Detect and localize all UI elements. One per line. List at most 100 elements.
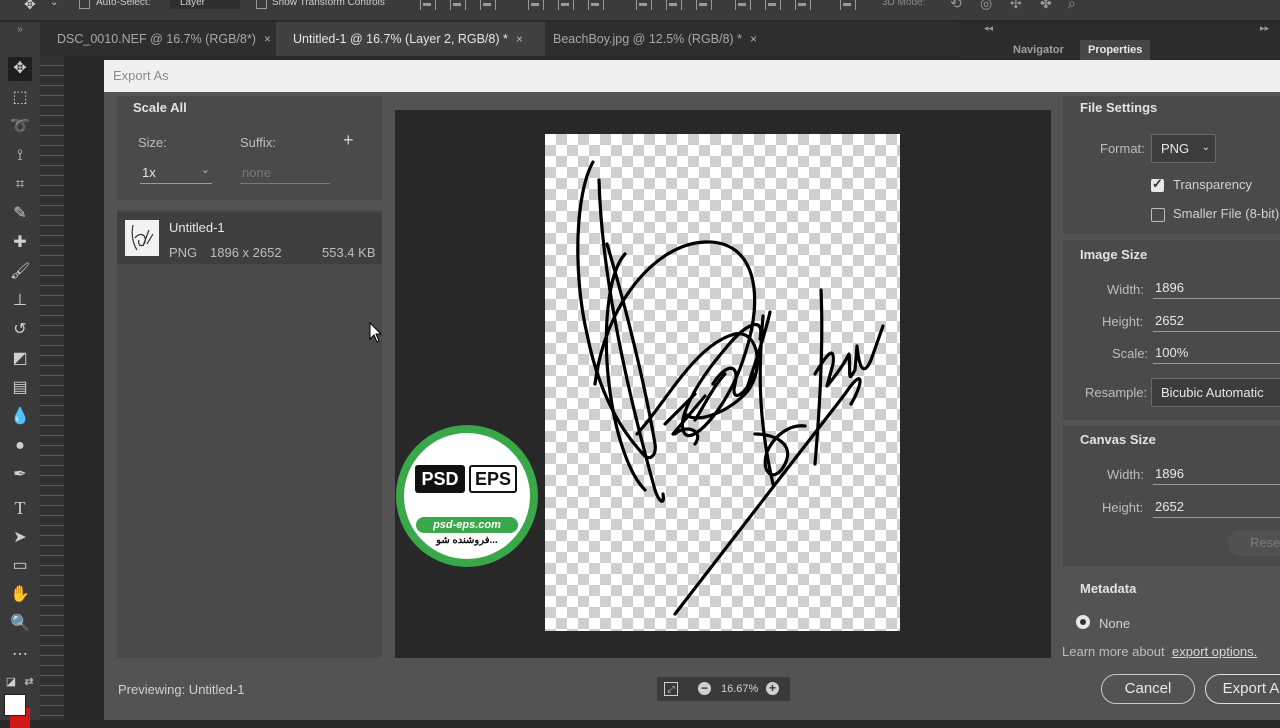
rectangle-tool-icon[interactable]: ▭	[8, 554, 32, 578]
tab-dsc-0010[interactable]: DSC_0010.NEF @ 16.7% (RGB/8*) ×	[40, 22, 285, 56]
auto-align-icon[interactable]	[840, 0, 856, 10]
blur-tool-icon[interactable]: 💧	[8, 405, 32, 429]
reset-label: Rese	[1250, 535, 1280, 550]
add-scale-button[interactable]: +	[343, 130, 354, 151]
eraser-tool-icon[interactable]: ◩	[8, 347, 32, 371]
3d-slide-icon[interactable]: ✤	[1040, 0, 1052, 12]
brush-tool-icon[interactable]: 🖌	[8, 260, 32, 284]
scale-label: Scale:	[1112, 346, 1149, 361]
gradient-tool-icon[interactable]: ▤	[8, 376, 32, 400]
suffix-input[interactable]: none	[240, 165, 330, 184]
zoom-out-icon[interactable]: −	[698, 682, 711, 695]
format-select[interactable]: PNG ⌄	[1151, 134, 1216, 163]
align-horizontal-center-icon[interactable]	[558, 0, 574, 10]
align-left-icon[interactable]	[528, 0, 544, 10]
distribute-center-icon[interactable]	[666, 0, 682, 10]
clone-stamp-tool-icon[interactable]: ⊥	[8, 289, 32, 313]
asset-format: PNG	[169, 245, 198, 260]
edit-toolbar-icon[interactable]: ⋯	[8, 643, 32, 667]
zoom-in-icon[interactable]: +	[766, 682, 779, 695]
tools-panel: » ✥ ⬚ ➰ ⟟ ⌗ ✎ ✚ 🖌 ⊥ ↺ ◩ ▤ 💧 ● ✒ T ➤ ▭ ✋ …	[0, 22, 41, 728]
pen-tool-icon[interactable]: ✒	[8, 463, 32, 487]
swap-colors-icon[interactable]: ⇄	[22, 670, 36, 694]
transparency-checkbox[interactable]	[1151, 176, 1164, 192]
3d-rotate-icon[interactable]: ⟲	[950, 0, 962, 12]
align-bottom-icon[interactable]	[480, 0, 496, 10]
close-icon[interactable]: ×	[516, 32, 523, 46]
lasso-tool-icon[interactable]: ➰	[8, 115, 32, 139]
move-tool-icon[interactable]: ✥	[8, 57, 32, 81]
distribute-bottom-icon[interactable]	[696, 0, 712, 10]
tool-preset-chevron-icon[interactable]: ⌄	[50, 0, 58, 8]
distribute-left-icon[interactable]	[735, 0, 751, 10]
export-options-link[interactable]: export options.	[1172, 644, 1257, 659]
options-bar: ✥ ⌄ Auto-Select: Layer Show Transform Co…	[0, 0, 1280, 21]
3d-roll-icon[interactable]: ◎	[980, 0, 992, 12]
align-vertical-center-icon[interactable]	[450, 0, 466, 10]
canvas-width-input[interactable]: 1896	[1153, 466, 1280, 485]
canvas-height-input[interactable]: 2652	[1153, 499, 1280, 518]
3d-scale-icon[interactable]: ⌕	[1068, 0, 1076, 12]
preview-canvas[interactable]	[545, 134, 900, 631]
size-label: Size:	[138, 135, 167, 150]
scale-input[interactable]: 100%	[1153, 345, 1280, 364]
reset-button[interactable]: Rese	[1228, 530, 1280, 556]
layer-select[interactable]: Layer	[170, 0, 240, 9]
tab-properties[interactable]: Properties	[1080, 40, 1151, 60]
transform-controls-checkbox[interactable]	[256, 0, 267, 9]
auto-select-checkbox[interactable]	[79, 0, 90, 9]
distribute-hcenter-icon[interactable]	[765, 0, 781, 10]
align-right-icon[interactable]	[588, 0, 604, 10]
move-tool-icon[interactable]: ✥	[24, 0, 36, 13]
cancel-button[interactable]: Cancel	[1101, 674, 1195, 704]
path-selection-tool-icon[interactable]: ➤	[8, 526, 32, 550]
distribute-top-icon[interactable]	[636, 0, 652, 10]
healing-brush-tool-icon[interactable]: ✚	[8, 231, 32, 255]
align-top-icon[interactable]	[420, 0, 436, 10]
panel-collapse-icon[interactable]: ◂◂	[984, 23, 993, 34]
image-height-input[interactable]: 2652	[1153, 313, 1280, 332]
tab-untitled-1[interactable]: Untitled-1 @ 16.7% (Layer 2, RGB/8) * ×	[276, 22, 545, 56]
signature-thumbnail-icon	[131, 224, 154, 251]
tab-label: BeachBoy.jpg @ 12.5% (RGB/8) *	[553, 32, 742, 46]
3d-drag-icon[interactable]: ✣	[1010, 0, 1022, 12]
close-icon[interactable]: ×	[750, 32, 757, 46]
close-icon[interactable]: ×	[264, 32, 271, 46]
dialog-title: Export As	[113, 68, 169, 83]
tab-beachboy[interactable]: BeachBoy.jpg @ 12.5% (RGB/8) * ×	[536, 22, 793, 56]
collapse-toolbar-icon[interactable]: »	[8, 24, 32, 36]
transparency-label: Transparency	[1173, 177, 1252, 192]
metadata-none-radio[interactable]	[1076, 615, 1090, 629]
image-size-heading: Image Size	[1080, 247, 1148, 262]
distribute-right-icon[interactable]	[795, 0, 811, 10]
panel-expand-icon[interactable]: ▸▸	[1260, 23, 1269, 34]
crop-tool-icon[interactable]: ⌗	[8, 173, 32, 197]
tab-navigator[interactable]: Navigator	[1005, 40, 1072, 60]
previewing-label: Previewing: Untitled-1	[118, 682, 245, 697]
quick-selection-tool-icon[interactable]: ⟟	[8, 144, 32, 168]
history-brush-tool-icon[interactable]: ↺	[8, 318, 32, 342]
export-button[interactable]: Export A	[1205, 674, 1280, 704]
zoom-tool-icon[interactable]: 🔍	[8, 612, 32, 636]
type-tool-icon[interactable]: T	[8, 496, 32, 520]
watermark-psd: PSD	[415, 465, 465, 493]
vertical-ruler	[40, 56, 65, 720]
resample-select[interactable]: Bicubic Automatic	[1151, 378, 1280, 407]
image-width-input[interactable]: 1896	[1153, 280, 1280, 299]
default-colors-icon[interactable]: ◪	[4, 670, 18, 694]
metadata-heading: Metadata	[1080, 581, 1137, 596]
asset-thumbnail	[125, 220, 159, 256]
fit-to-view-icon[interactable]: ⤢	[664, 682, 678, 696]
dodge-tool-icon[interactable]: ●	[8, 434, 32, 458]
foreground-color-swatch[interactable]	[4, 694, 26, 716]
tab-label: Untitled-1 @ 16.7% (Layer 2, RGB/8) *	[293, 32, 508, 46]
smaller-file-checkbox[interactable]	[1151, 208, 1165, 222]
eyedropper-tool-icon[interactable]: ✎	[8, 202, 32, 226]
hand-tool-icon[interactable]: ✋	[8, 583, 32, 607]
asset-file-size: 553.4 KB	[322, 245, 376, 260]
resample-label: Resample:	[1085, 385, 1148, 400]
asset-row-untitled-1[interactable]: Untitled-1 PNG 1896 x 2652 553.4 KB	[117, 212, 382, 264]
marquee-tool-icon[interactable]: ⬚	[8, 86, 32, 110]
size-select[interactable]: 1x ⌄	[140, 164, 212, 184]
suffix-label: Suffix:	[240, 135, 276, 150]
